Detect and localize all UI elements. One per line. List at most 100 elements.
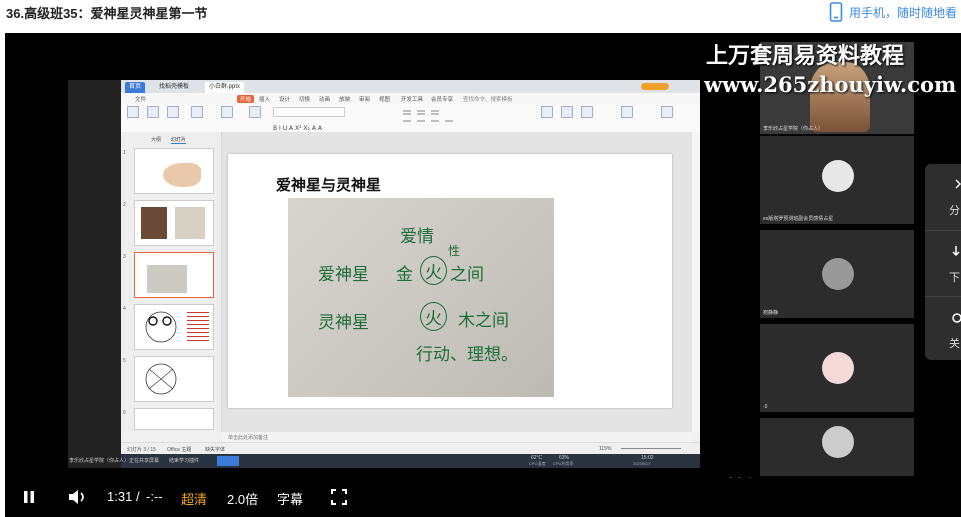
menu-vip[interactable]: 会员专享: [431, 95, 453, 103]
thumb-tab-outline[interactable]: 大纲: [151, 136, 161, 143]
participant-name: 李乐欣占星学院（你占人）: [763, 126, 824, 132]
slide-thumb-3-selected[interactable]: [134, 252, 214, 298]
menu-insert[interactable]: 插入: [259, 95, 270, 103]
slide-thumb-1[interactable]: [134, 148, 214, 194]
menu-animation[interactable]: 动画: [319, 95, 330, 103]
paragraph-group: [401, 107, 511, 127]
participant-tile[interactable]: [760, 418, 914, 476]
menu-developer[interactable]: 开发工具: [401, 95, 423, 103]
slide-title[interactable]: 爱神星与灵神星: [276, 174, 381, 195]
slide-thumb-6[interactable]: [134, 408, 214, 430]
close-panel-button[interactable]: 关: [925, 296, 961, 361]
watermark-title: 上万套周易资料教程: [706, 43, 905, 69]
participant-name: ·0: [763, 404, 768, 410]
cupid-image: [163, 163, 201, 187]
participant-tile[interactable]: ·0: [760, 324, 914, 412]
menu-design[interactable]: 设计: [279, 95, 290, 103]
theme-name: Office 主题: [167, 447, 192, 453]
download-button[interactable]: 下: [925, 230, 961, 295]
hw-line1-c: 火: [420, 256, 447, 285]
chart-wheel-icon: [145, 363, 177, 395]
menu-transition[interactable]: 切换: [299, 95, 310, 103]
arrange-icon[interactable]: [581, 106, 593, 118]
slide-thumb-2[interactable]: [134, 200, 214, 246]
paste-icon[interactable]: [127, 106, 139, 118]
notes-placeholder: 单击此处添加备注: [228, 435, 269, 441]
slide-thumb-5[interactable]: [134, 356, 214, 402]
textbox-icon[interactable]: [541, 106, 553, 118]
clock-date: 2023/5/27: [633, 461, 651, 466]
hw-line3: 行动、理想。: [416, 345, 518, 365]
login-badge[interactable]: [641, 83, 669, 90]
handwriting-photo[interactable]: 爱情 爱神星 金 火 之间 性 灵神星 火 木之间 行动、理想。: [288, 198, 554, 397]
right-toolbar[interactable]: [692, 132, 700, 432]
participant-tile[interactable]: 宛静静: [760, 230, 914, 318]
fullscreen-icon[interactable]: [330, 488, 348, 506]
subtitle-button[interactable]: 字幕: [277, 489, 303, 508]
participant-tile[interactable]: es版塔罗预测班副会员感情占星: [760, 136, 914, 224]
start-button[interactable]: [217, 456, 239, 466]
notes-bar[interactable]: 单击此处添加备注: [222, 432, 692, 442]
screen-left-margin: [68, 80, 121, 468]
avatar: [822, 352, 854, 384]
current-time: 1:31: [107, 489, 133, 504]
cpu-temp-label: CPU温度: [529, 461, 546, 466]
hw-line1-d: 之间: [450, 265, 484, 285]
font-format-row: B I U A X² X₂ A A: [273, 118, 383, 132]
presentation-tools-icon[interactable]: [621, 106, 633, 118]
current-start-icon[interactable]: [191, 106, 203, 118]
format-painter-icon[interactable]: [167, 106, 179, 118]
watermark-url: www.265zhouyiw.com: [704, 72, 957, 97]
slide-canvas[interactable]: 爱神星与灵神星 爱情 爱神星 金 火 之间 性 灵神星 火 木之间 行动、理想。: [228, 154, 672, 408]
select-icon[interactable]: [661, 106, 673, 118]
player-controls: 1:31 / -:-- 超清 2.0倍 字幕: [5, 478, 961, 517]
sharing-notice: 李乐欣占星学院（你占人）正在共享屏幕: [69, 458, 160, 464]
menu-view[interactable]: 视图: [379, 95, 390, 103]
slide-thumb-4[interactable]: [134, 304, 214, 350]
share-label: 分: [949, 205, 960, 217]
hw-line1-a: 爱神星: [318, 265, 369, 285]
windows-taskbar: 李乐欣占星学院（你占人）正在共享屏幕 结束学习插件 62°C CPU温度 63%…: [69, 454, 700, 468]
new-slide-icon[interactable]: [221, 106, 233, 118]
side-float-panel: 分 下 关: [925, 164, 961, 360]
cut-icon[interactable]: [147, 106, 159, 118]
close-label: 关: [949, 338, 960, 350]
shape-icon[interactable]: [561, 106, 573, 118]
missing-font[interactable]: 缺失字体: [205, 446, 225, 453]
layout-icon[interactable]: [249, 106, 261, 118]
hw-line2-a: 灵神星: [318, 313, 369, 333]
pause-icon[interactable]: [21, 489, 37, 505]
menu-start[interactable]: 开始: [237, 95, 255, 103]
watch-on-phone-link[interactable]: 用手机，随时随地看: [829, 2, 957, 22]
tab-home[interactable]: 首页: [125, 82, 146, 93]
zoom-level[interactable]: 115%: [599, 446, 611, 452]
phone-link-label: 用手机，随时随地看: [848, 5, 957, 20]
avatar: [822, 426, 854, 458]
title-bar: 36.高级班35：爱神星灵神星第一节 用手机，随时随地看: [0, 0, 961, 32]
slide-counter: 幻灯片 3 / 15: [127, 447, 156, 453]
zoom-slider[interactable]: [621, 448, 681, 449]
volume-icon[interactable]: [67, 488, 89, 506]
wps-menu-bar: 文件 开始 插入 设计 切换 动画 放映 审阅 视图 开发工具 会员专享 查找命…: [121, 93, 700, 104]
phone-icon: [829, 2, 843, 22]
menu-review[interactable]: 审阅: [359, 95, 370, 103]
hw-line2-d: 木之间: [458, 311, 509, 331]
participant-name: es版塔罗预测班副会员感情占星: [763, 216, 834, 222]
share-icon: [955, 179, 961, 189]
speed-button[interactable]: 2.0倍: [227, 489, 258, 508]
end-plugin-button[interactable]: 结束学习插件: [169, 457, 199, 464]
thumb-tab-slides[interactable]: 幻灯片: [171, 136, 187, 144]
page-title: 36.高级班35：爱神星灵神星第一节: [6, 6, 208, 21]
font-name-select[interactable]: [273, 107, 345, 117]
handwriting-thumb: [147, 265, 187, 293]
share-button[interactable]: 分: [925, 164, 961, 228]
slide-thumbnail-pane: 大纲 幻灯片 1 2 3 4 5 6: [121, 132, 222, 432]
menu-search[interactable]: 查找命令、搜索模板: [463, 95, 513, 103]
tab-pptx[interactable]: 小白群.pptx: [205, 82, 245, 93]
quality-button[interactable]: 超清: [181, 489, 207, 508]
avatar: [822, 258, 854, 290]
menu-slideshow[interactable]: 放映: [339, 95, 350, 103]
tab-template[interactable]: 找稻壳模板: [155, 82, 193, 93]
menu-file[interactable]: 文件: [135, 95, 146, 103]
participants-panel: 李乐欣占星学院（你占人） es版塔罗预测班副会员感情占星 宛静静 ·0: [755, 40, 917, 477]
